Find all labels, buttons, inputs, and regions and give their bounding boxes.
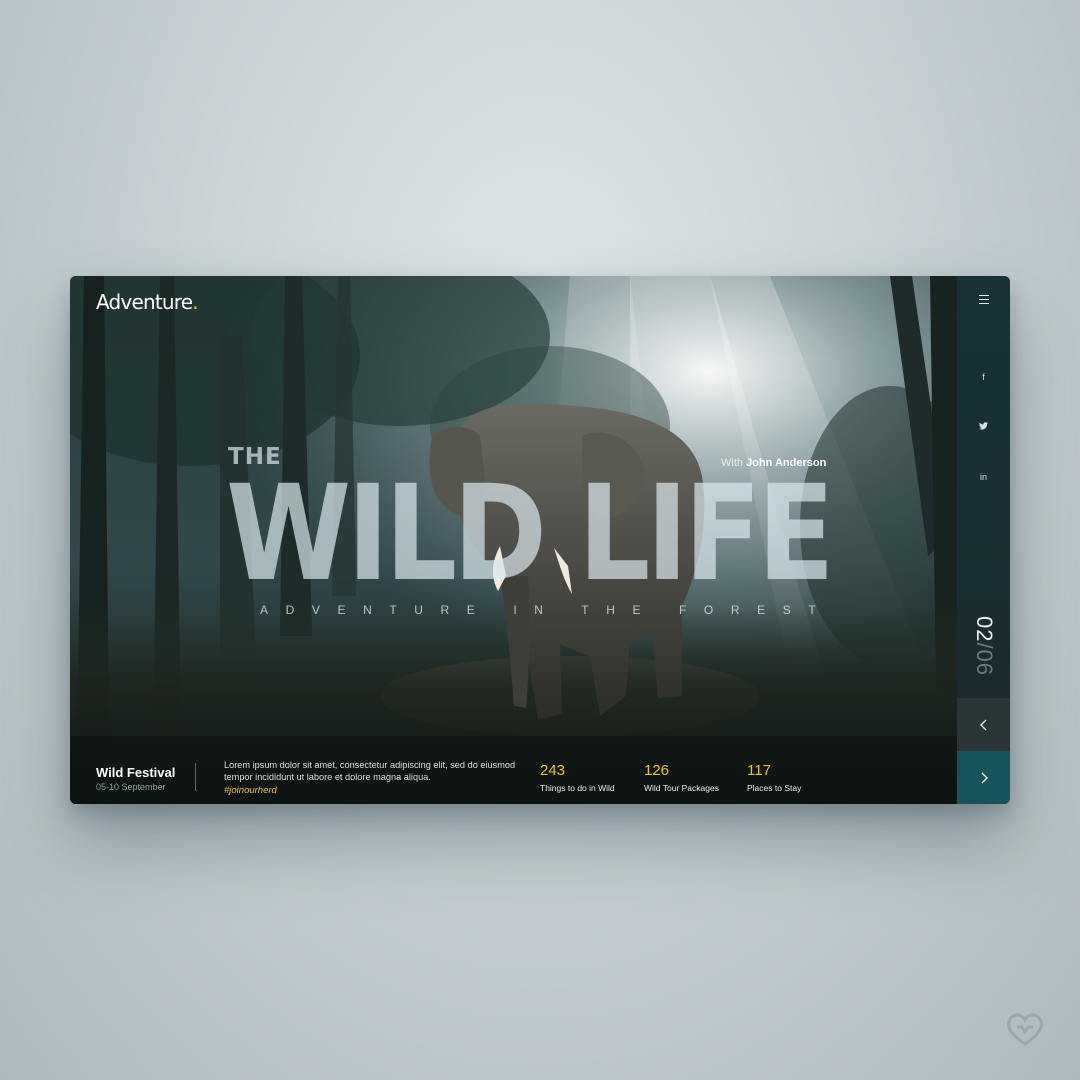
event-divider	[195, 763, 196, 791]
heart-logo-icon	[1007, 1013, 1043, 1046]
hero-title: WILD LIFE	[226, 457, 835, 611]
hero-tagline: ADVENTURE IN THE FOREST	[260, 603, 834, 617]
stat-value: 117	[747, 762, 771, 779]
hero-card: Adventure. THE WILD LIFE ADVENTURE IN TH…	[70, 276, 1010, 804]
twitter-icon[interactable]	[957, 422, 1010, 432]
event-date: 05-10 September	[96, 782, 166, 792]
next-slide-button[interactable]	[957, 751, 1010, 804]
chevron-right-icon	[981, 772, 988, 783]
slide-total: /06	[972, 642, 997, 677]
event-hashtag[interactable]: #joinourherd	[224, 785, 277, 796]
facebook-icon[interactable]: f	[957, 372, 1010, 382]
stat-tour-packages: 126 Wild Tour Packages	[644, 762, 719, 793]
slide-counter: 02/06	[970, 616, 998, 676]
brand-dot: .	[192, 290, 198, 314]
slide-current: 02	[972, 615, 997, 643]
hamburger-menu-icon[interactable]	[979, 295, 989, 304]
stat-label: Wild Tour Packages	[644, 783, 719, 793]
brand-logo[interactable]: Adventure.	[96, 290, 199, 314]
chevron-left-icon	[979, 719, 986, 730]
prev-slide-button[interactable]	[957, 698, 1010, 751]
event-title[interactable]: Wild Festival	[96, 765, 175, 780]
guide-name[interactable]: John Anderson	[746, 457, 826, 469]
stat-label: Things to do in Wild	[540, 783, 615, 793]
linkedin-icon[interactable]: in	[957, 472, 1010, 482]
stat-things-to-do: 243 Things to do in Wild	[540, 762, 615, 793]
stat-value: 243	[540, 762, 566, 779]
guide-credit: With John Anderson	[721, 457, 826, 469]
stat-label: Places to Stay	[747, 783, 802, 793]
event-description: Lorem ipsum dolor sit amet, consectetur …	[224, 760, 516, 782]
brand-name: Adventure	[96, 290, 193, 314]
stat-value: 126	[644, 762, 670, 779]
stat-places-to-stay: 117 Places to Stay	[747, 762, 801, 793]
guide-prefix: With	[721, 457, 743, 469]
